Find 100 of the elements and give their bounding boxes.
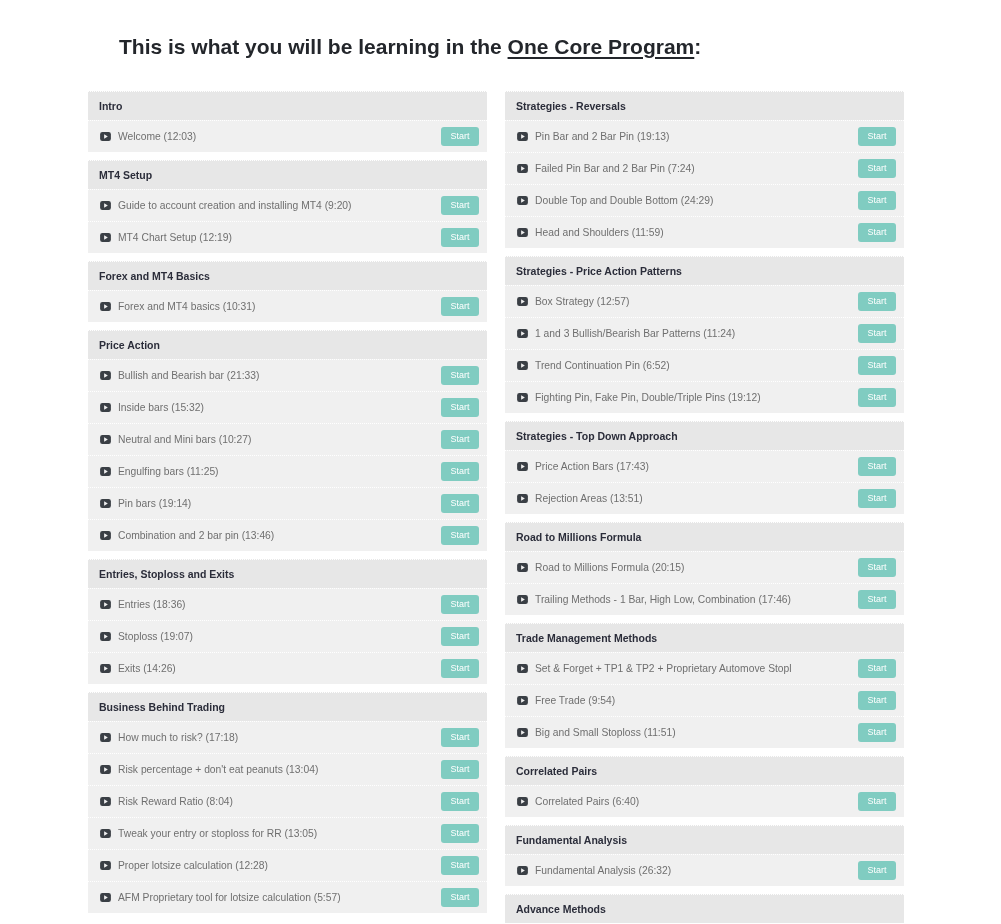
start-button[interactable]: Start: [858, 223, 896, 242]
play-icon: [517, 728, 528, 737]
start-button[interactable]: Start: [858, 691, 896, 710]
lesson-title: Inside bars (15:32): [118, 402, 204, 413]
section-header: Forex and MT4 Basics: [88, 261, 487, 290]
start-button[interactable]: Start: [858, 723, 896, 742]
section-header: Strategies - Top Down Approach: [505, 421, 904, 450]
play-icon: [100, 829, 111, 838]
lesson-title: Head and Shoulders (11:59): [535, 227, 664, 238]
start-button[interactable]: Start: [858, 590, 896, 609]
start-button[interactable]: Start: [441, 398, 479, 417]
start-button[interactable]: Start: [441, 595, 479, 614]
start-button[interactable]: Start: [858, 388, 896, 407]
lesson-title: Rejection Areas (13:51): [535, 493, 643, 504]
lesson-title: Fighting Pin, Fake Pin, Double/Triple Pins (19:12): [535, 392, 761, 403]
start-button[interactable]: Start: [858, 659, 896, 678]
program-link[interactable]: One Core Program: [507, 35, 695, 58]
start-button[interactable]: Start: [858, 191, 896, 210]
start-button[interactable]: Start: [441, 494, 479, 513]
play-icon: [100, 531, 111, 540]
start-button[interactable]: Start: [441, 430, 479, 449]
start-button[interactable]: Start: [858, 861, 896, 880]
start-button[interactable]: Start: [441, 297, 479, 316]
lesson-title: Correlated Pairs (6:40): [535, 796, 640, 807]
start-button[interactable]: Start: [441, 659, 479, 678]
play-icon: [100, 403, 111, 412]
play-icon: [517, 494, 528, 503]
start-button[interactable]: Start: [441, 728, 479, 747]
lesson-title: Price Action Bars (17:43): [535, 461, 649, 472]
start-button[interactable]: Start: [441, 526, 479, 545]
play-icon: [100, 733, 111, 742]
play-icon: [517, 664, 528, 673]
play-icon: [517, 361, 528, 370]
lesson-title: MT4 Chart Setup (12:19): [118, 232, 232, 243]
lesson-title: Set & Forget + TP1 & TP2 + Proprietary Automove Stopl: [535, 663, 792, 674]
section-header: Price Action: [88, 330, 487, 359]
lesson-title: Fundamental Analysis (26:32): [535, 865, 672, 876]
play-icon: [517, 866, 528, 875]
play-icon: [100, 467, 111, 476]
page-heading: This is what you will be learning in the One Core Program:: [119, 34, 702, 60]
lesson-title: Neutral and Mini bars (10:27): [118, 434, 252, 445]
lesson-title: Big and Small Stoploss (11:51): [535, 727, 676, 738]
start-button[interactable]: Start: [858, 127, 896, 146]
start-button[interactable]: Start: [441, 888, 479, 907]
play-icon: [100, 797, 111, 806]
lesson-title: Pin Bar and 2 Bar Pin (19:13): [535, 131, 670, 142]
section-header: Entries, Stoploss and Exits: [88, 559, 487, 588]
start-button[interactable]: Start: [441, 824, 479, 843]
section-header: Business Behind Trading: [88, 692, 487, 721]
play-icon: [100, 302, 111, 311]
play-icon: [517, 329, 528, 338]
play-icon: [100, 600, 111, 609]
play-icon: [517, 228, 528, 237]
play-icon: [517, 132, 528, 141]
lesson-title: Box Strategy (12:57): [535, 296, 630, 307]
lesson-title: Bullish and Bearish bar (21:33): [118, 370, 260, 381]
start-button[interactable]: Start: [858, 356, 896, 375]
start-button[interactable]: Start: [441, 196, 479, 215]
play-icon: [100, 664, 111, 673]
lesson-title: Free Trade (9:54): [535, 695, 616, 706]
lesson-title: Tweak your entry or stoploss for RR (13:05): [118, 828, 318, 839]
section-header: MT4 Setup: [88, 160, 487, 189]
play-icon: [517, 164, 528, 173]
start-button[interactable]: Start: [858, 292, 896, 311]
play-icon: [517, 595, 528, 604]
section-header: Strategies - Reversals: [505, 91, 904, 120]
start-button[interactable]: Start: [441, 856, 479, 875]
lesson-title: Combination and 2 bar pin (13:46): [118, 530, 275, 541]
play-icon: [100, 861, 111, 870]
start-button[interactable]: Start: [441, 228, 479, 247]
lesson-title: Trailing Methods - 1 Bar, High Low, Combination (17:46): [535, 594, 792, 605]
play-icon: [100, 201, 111, 210]
section-header: Trade Management Methods: [505, 623, 904, 652]
start-button[interactable]: Start: [858, 159, 896, 178]
play-icon: [517, 196, 528, 205]
section-header: Advance Methods: [505, 894, 904, 923]
lesson-title: Stoploss (19:07): [118, 631, 193, 642]
play-icon: [517, 696, 528, 705]
start-button[interactable]: Start: [441, 462, 479, 481]
start-button[interactable]: Start: [441, 760, 479, 779]
lesson-title: Exits (14:26): [118, 663, 176, 674]
lesson-title: Risk Reward Ratio (8:04): [118, 796, 234, 807]
lesson-title: Entries (18:36): [118, 599, 186, 610]
start-button[interactable]: Start: [858, 489, 896, 508]
play-icon: [100, 132, 111, 141]
start-button[interactable]: Start: [441, 792, 479, 811]
lesson-title: Pin bars (19:14): [118, 498, 192, 509]
lesson-title: Road to Millions Formula (20:15): [535, 562, 685, 573]
start-button[interactable]: Start: [858, 792, 896, 811]
start-button[interactable]: Start: [858, 324, 896, 343]
start-button[interactable]: Start: [441, 127, 479, 146]
section-header: Correlated Pairs: [505, 756, 904, 785]
lesson-title: Risk percentage + don't eat peanuts (13:04): [118, 764, 319, 775]
play-icon: [100, 371, 111, 380]
play-icon: [100, 499, 111, 508]
start-button[interactable]: Start: [858, 558, 896, 577]
start-button[interactable]: Start: [858, 457, 896, 476]
start-button[interactable]: Start: [441, 627, 479, 646]
start-button[interactable]: Start: [441, 366, 479, 385]
lesson-title: Failed Pin Bar and 2 Bar Pin (7:24): [535, 163, 695, 174]
